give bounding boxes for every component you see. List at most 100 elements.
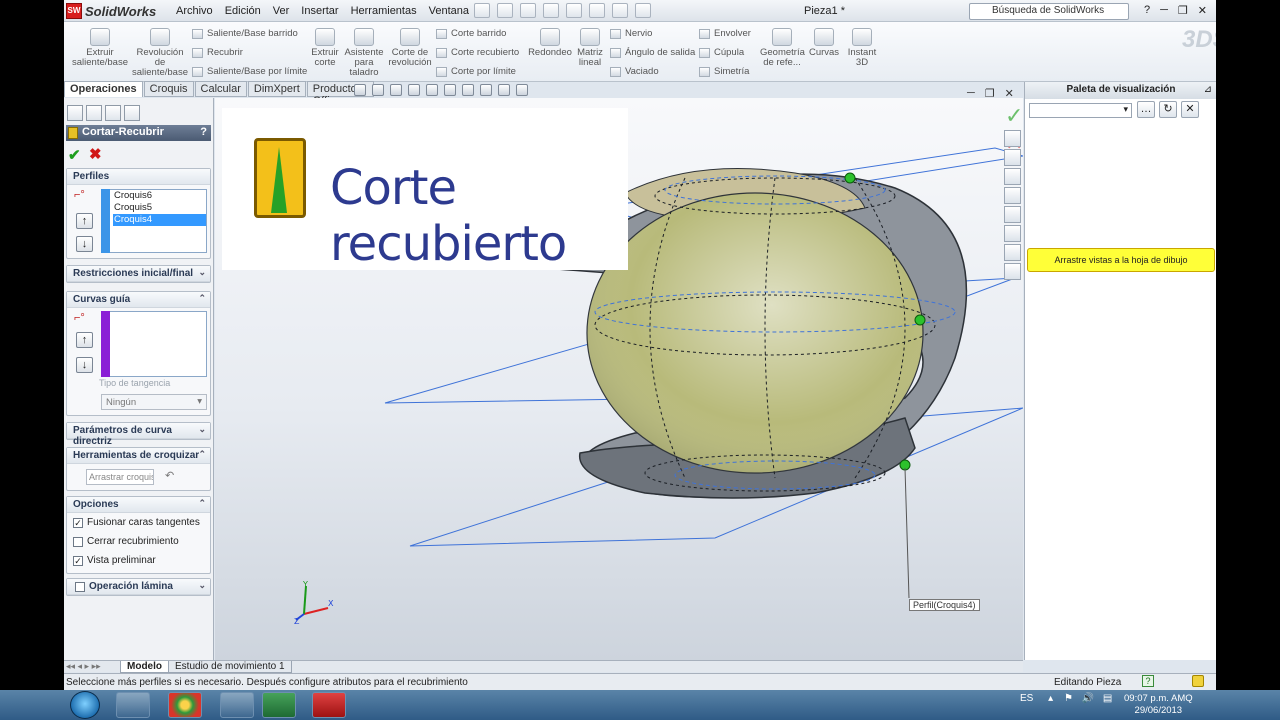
thin-feature-header[interactable]: Operación lámina ⌄ [67, 579, 210, 595]
view-settings-icon[interactable] [516, 84, 528, 96]
section-view-icon[interactable] [408, 84, 420, 96]
menu-herramientas[interactable]: Herramientas [345, 3, 423, 19]
open-icon[interactable] [497, 3, 513, 18]
property-manager-icon[interactable] [86, 105, 102, 121]
restore-icon[interactable]: ❐ [985, 87, 995, 100]
cancel-button[interactable]: ✖ [89, 145, 102, 163]
tab-model[interactable]: Modelo [120, 661, 169, 673]
reference-geometry-button[interactable]: Geometría de refe... [760, 24, 805, 68]
options-icon[interactable] [635, 3, 651, 18]
revolve-boss-button[interactable]: Revolución de saliente/base [132, 24, 188, 78]
profile-point[interactable] [914, 314, 926, 326]
extrude-boss-button[interactable]: Extruir saliente/base [72, 24, 128, 68]
revolve-cut-button[interactable]: Corte de revolución [387, 24, 433, 68]
menu-insertar[interactable]: Insertar [295, 3, 344, 19]
fillet-button[interactable]: Redondeo [528, 24, 572, 58]
drag-sketch-button[interactable]: Arrastrar croquis [86, 469, 154, 485]
camtasia-icon[interactable] [262, 692, 296, 718]
view-orientation-icon[interactable] [426, 84, 438, 96]
tab-scroll-icon[interactable]: ◂◂ ◂ ▸ ▸▸ [66, 661, 101, 672]
search-input[interactable]: Búsqueda de SolidWorks [969, 3, 1129, 20]
start-button[interactable] [70, 691, 100, 719]
clear-icon[interactable]: ✕ [1181, 101, 1199, 118]
close-icon[interactable]: ✕ [1198, 4, 1207, 17]
guide-curves-list[interactable] [101, 311, 207, 377]
thin-feature-checkbox[interactable] [75, 582, 85, 592]
profile-point[interactable] [844, 172, 856, 184]
tag-icon[interactable] [1192, 675, 1204, 687]
sweep-cut-button[interactable]: Corte barrido [436, 28, 506, 39]
chrome-icon[interactable] [168, 692, 202, 718]
save-icon[interactable] [520, 3, 536, 18]
profiles-header[interactable]: Perfiles [67, 169, 210, 185]
undo-icon[interactable]: ↶ [165, 469, 174, 482]
previous-view-icon[interactable] [390, 84, 402, 96]
media-player-icon[interactable] [116, 692, 150, 718]
zoom-area-icon[interactable] [372, 84, 384, 96]
menu-ver[interactable]: Ver [267, 3, 296, 19]
sweep-boss-button[interactable]: Saliente/Base barrido [192, 28, 298, 39]
sketch-tools-header[interactable]: Herramientas de croquizar ⌃ [67, 448, 210, 464]
extrude-cut-button[interactable]: Extruir corte [308, 24, 342, 68]
zoom-to-fit-icon[interactable] [354, 84, 366, 96]
list-item[interactable]: Croquis4 [113, 214, 206, 226]
tab-calcular[interactable]: Calcular [194, 81, 247, 97]
appearances-icon[interactable] [1004, 225, 1021, 242]
tray-expand-icon[interactable]: ▴ [1048, 693, 1053, 704]
boundary-cut-button[interactable]: Corte por límite [436, 66, 516, 77]
constraints-header[interactable]: Restricciones inicial/final ⌄ [67, 266, 210, 282]
merge-tangent-faces-checkbox[interactable]: ✓ Fusionar caras tangentes [73, 517, 200, 528]
display-style-icon[interactable] [444, 84, 456, 96]
restore-icon[interactable]: ❐ [1178, 4, 1188, 17]
configuration-manager-icon[interactable] [105, 105, 121, 121]
boundary-boss-button[interactable]: Saliente/Base por límite [192, 66, 307, 77]
rebuild-icon[interactable] [612, 3, 628, 18]
app-logo[interactable]: SW SolidWorks [66, 2, 162, 20]
minimize-icon[interactable]: ─ [1160, 4, 1168, 17]
menu-archivo[interactable]: Archivo [170, 3, 219, 19]
linear-pattern-button[interactable]: Matriz lineal [574, 24, 606, 68]
loft-cut-button[interactable]: Corte recubierto [436, 47, 519, 58]
view-palette-select[interactable]: ▾ [1029, 103, 1132, 118]
search-results-icon[interactable] [1004, 187, 1021, 204]
menu-ventana[interactable]: Ventana [423, 3, 475, 19]
minimize-icon[interactable]: ─ [967, 87, 975, 100]
browse-button[interactable]: … [1137, 101, 1155, 118]
solidworks-taskbar-icon[interactable] [312, 692, 346, 718]
rib-button[interactable]: Nervio [610, 28, 652, 39]
tab-croquis[interactable]: Croquis [143, 81, 194, 97]
shell-button[interactable]: Vaciado [610, 66, 659, 77]
profiles-list[interactable]: Croquis6 Croquis5 Croquis4 [101, 189, 207, 253]
edit-appearance-icon[interactable] [480, 84, 492, 96]
move-up-button[interactable]: ↑ [76, 213, 93, 229]
guide-curves-header[interactable]: Curvas guía ⌃ [67, 292, 210, 308]
list-item[interactable]: Croquis6 [113, 190, 206, 202]
list-item[interactable]: Croquis5 [113, 202, 206, 214]
help-icon[interactable]: ? [200, 126, 207, 138]
tab-dimxpert[interactable]: DimXpert [247, 81, 306, 97]
tab-motion-study[interactable]: Estudio de movimiento 1 [168, 661, 292, 673]
view-palette-icon[interactable] [1004, 206, 1021, 223]
custom-properties-icon[interactable] [1004, 244, 1021, 261]
resources-icon[interactable] [1004, 130, 1021, 147]
language-indicator[interactable]: ES [1020, 693, 1033, 704]
dome-button[interactable]: Cúpula [699, 47, 744, 58]
tab-operaciones[interactable]: Operaciones [64, 81, 143, 97]
draft-button[interactable]: Ángulo de salida [610, 47, 695, 58]
dimxpert-manager-icon[interactable] [124, 105, 140, 121]
move-up-button[interactable]: ↑ [76, 332, 93, 348]
refresh-icon[interactable]: ↻ [1159, 101, 1177, 118]
show-preview-checkbox[interactable]: ✓ Vista preliminar [73, 555, 156, 566]
print-icon[interactable] [543, 3, 559, 18]
wrap-button[interactable]: Envolver [699, 28, 751, 39]
help-dropdown-icon[interactable]: ? [1144, 4, 1150, 17]
clock[interactable]: 09:07 p.m. AMQ 29/06/2013 [1124, 693, 1193, 717]
options-header[interactable]: Opciones ⌃ [67, 497, 210, 513]
action-center-icon[interactable]: ⚑ [1064, 693, 1073, 704]
ok-button[interactable]: ✔ [68, 146, 81, 164]
feature-tree-icon[interactable] [67, 105, 83, 121]
close-icon[interactable]: ✕ [1005, 87, 1014, 100]
tangency-type-select[interactable]: Ningún ▾ [101, 394, 207, 410]
snipping-tool-icon[interactable] [220, 692, 254, 718]
volume-icon[interactable]: 🔊 [1082, 693, 1094, 704]
